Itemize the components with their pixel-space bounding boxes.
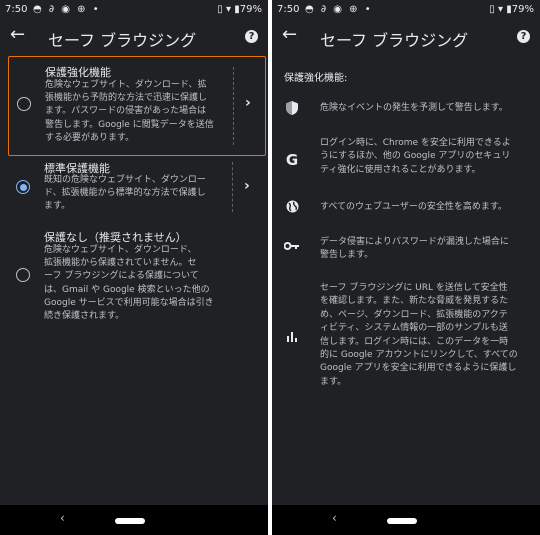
option-description: 既知の危険なウェブサイト、ダウンロー ド、拡張機能から標準的な方法で保護し ます…	[44, 175, 206, 212]
app-bar: ← セーフ ブラウジング ?	[272, 22, 540, 54]
radio-standard[interactable]	[16, 180, 30, 194]
radio-no-protection[interactable]	[16, 268, 30, 282]
option-title: 保護強化機能	[45, 66, 111, 79]
system-nav-bar: ‹	[0, 505, 268, 535]
globe-icon	[284, 200, 300, 216]
notification-icons: ◓ ∂ ◉ ⊕ •	[305, 4, 373, 15]
nav-back-icon[interactable]: ‹	[332, 511, 337, 525]
chevron-right-icon[interactable]: ›	[245, 95, 251, 111]
help-icon[interactable]: ?	[517, 30, 530, 43]
app-bar: ← セーフ ブラウジング ?	[0, 22, 268, 54]
page-title: セーフ ブラウジング	[320, 31, 469, 50]
help-icon[interactable]: ?	[245, 30, 258, 43]
back-arrow-icon[interactable]: ←	[10, 24, 25, 45]
option-enhanced-protection[interactable]: 保護強化機能 危険なウェブサイト、ダウンロード、拡 張機能から予防的な方法で迅速…	[8, 56, 266, 156]
feature-text: セーフ ブラウジングに URL を送信して安全性 を確認します。また、新たな脅威…	[320, 283, 518, 387]
feature-text: すべてのウェブユーザーの安全性を高めます。	[320, 202, 507, 212]
option-description: 危険なウェブサイト、ダウンロード、拡 張機能から予防的な方法で迅速に保護し ます…	[45, 80, 214, 143]
status-time: 7:50	[5, 4, 28, 15]
notification-icons: ◓ ∂ ◉ ⊕ •	[33, 4, 101, 15]
nav-home-pill[interactable]	[387, 518, 417, 524]
section-title: 保護強化機能:	[284, 73, 348, 84]
radio-enhanced[interactable]	[17, 97, 31, 111]
status-bar: 7:50 ◓ ∂ ◉ ⊕ • ▯ ▾ ▮79%	[0, 0, 268, 20]
google-g-icon: G	[285, 151, 299, 169]
divider	[232, 162, 233, 212]
wifi-icon: ▾	[226, 4, 232, 15]
battery-level: 79%	[511, 4, 534, 15]
bar-chart-icon	[284, 331, 300, 347]
option-standard-protection[interactable]: 標準保護機能 既知の危険なウェブサイト、ダウンロー ド、拡張機能から標準的な方法…	[8, 158, 264, 216]
option-description: 危険なウェブサイト、ダウンロード、 拡張機能から保護されていません。セ ーフ ブ…	[44, 245, 214, 322]
chevron-right-icon[interactable]: ›	[244, 178, 250, 194]
status-time: 7:50	[277, 4, 300, 15]
status-right: ▯ ▾ ▮79%	[217, 4, 262, 15]
nav-home-pill[interactable]	[115, 518, 145, 524]
option-no-protection[interactable]: 保護なし（推奨されません） 危険なウェブサイト、ダウンロード、 拡張機能から保護…	[8, 226, 264, 326]
status-bar: 7:50 ◓ ∂ ◉ ⊕ • ▯ ▾ ▮79%	[272, 0, 540, 20]
page-title: セーフ ブラウジング	[48, 31, 197, 50]
enhanced-protection-details-screen: 7:50 ◓ ∂ ◉ ⊕ • ▯ ▾ ▮79% ← セーフ ブラウジング ? 保…	[272, 0, 540, 535]
feature-text: データ侵害によりパスワードが漏洩した場合に 警告します。	[320, 237, 509, 261]
vibrate-icon: ▯	[217, 4, 223, 15]
shield-icon	[284, 101, 300, 117]
divider	[233, 67, 234, 145]
safe-browsing-settings-screen: 7:50 ◓ ∂ ◉ ⊕ • ▯ ▾ ▮79% ← セーフ ブラウジング ? 保…	[0, 0, 268, 535]
option-title: 保護なし（推奨されません）	[44, 231, 187, 244]
battery-level: 79%	[239, 4, 262, 15]
feature-text: 危険なイベントの発生を予測して警告します。	[320, 103, 508, 113]
key-icon	[283, 240, 300, 256]
status-right: ▯ ▾ ▮79%	[489, 4, 534, 15]
nav-back-icon[interactable]: ‹	[60, 511, 65, 525]
feature-text: ログイン時に、Chrome を安全に利用できるよ うにするほか、他の Googl…	[320, 138, 511, 175]
vibrate-icon: ▯	[489, 4, 495, 15]
wifi-icon: ▾	[498, 4, 504, 15]
system-nav-bar: ‹	[272, 505, 540, 535]
back-arrow-icon[interactable]: ←	[282, 24, 297, 45]
